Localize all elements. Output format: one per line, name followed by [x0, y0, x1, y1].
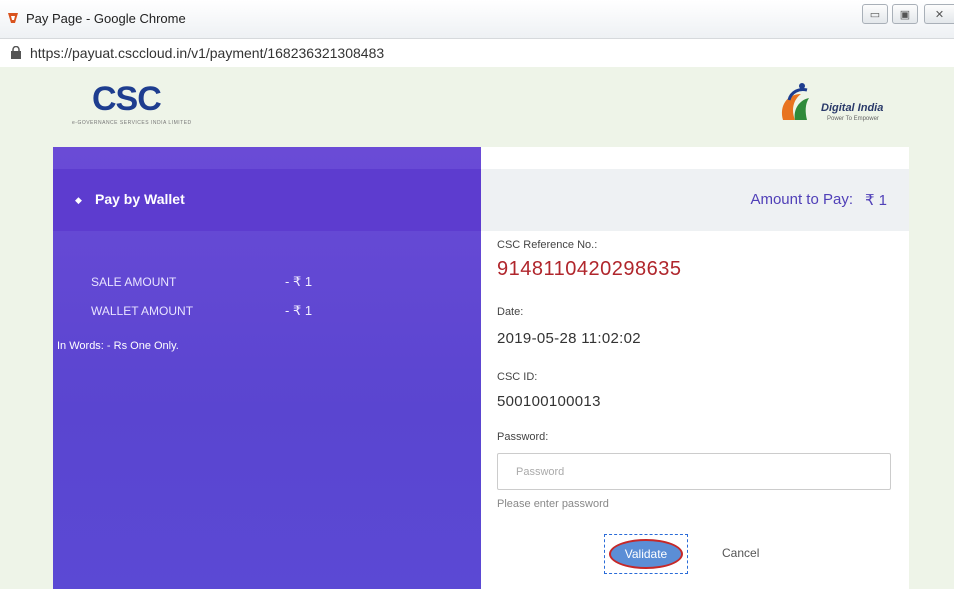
csc-id-label: CSC ID: [497, 371, 538, 383]
url-text[interactable]: https://payuat.csccloud.in/v1/payment/16… [30, 45, 384, 61]
csc-logo-text: CSC [92, 80, 162, 118]
maximize-icon: ▣ [899, 8, 911, 21]
digital-india-logo: Digital India Power To Empower [775, 80, 905, 126]
digital-india-name: Digital India [821, 102, 884, 114]
date-value: 2019-05-28 11:02:02 [497, 330, 641, 347]
wallet-panel: ◆ Pay by Wallet SALE AMOUNT - ₹ 1 WALLET… [53, 147, 481, 589]
amount-to-pay-label: Amount to Pay: [750, 191, 853, 208]
reference-no-label: CSC Reference No.: [497, 239, 598, 251]
cancel-button[interactable]: Cancel [722, 546, 759, 560]
window-title: Pay Page - Google Chrome [26, 11, 186, 26]
csc-logo-tagline: e-GOVERNANCE SERVICES INDIA LIMITED [72, 120, 192, 126]
password-hint: Please enter password [497, 498, 609, 510]
password-label: Password: [497, 431, 549, 443]
close-button[interactable]: ✕ [924, 4, 954, 24]
amount-to-pay-bar: Amount to Pay: ₹ 1 [481, 169, 909, 231]
minimize-button[interactable]: ▭ [862, 4, 888, 24]
maximize-button[interactable]: ▣ [892, 4, 918, 24]
digital-india-tagline: Power To Empower [827, 116, 879, 122]
digital-india-icon [781, 83, 809, 120]
lock-icon [11, 46, 21, 59]
wallet-amount-label: WALLET AMOUNT [91, 304, 194, 318]
address-bar[interactable]: https://payuat.csccloud.in/v1/payment/16… [0, 39, 954, 67]
close-icon: ✕ [934, 8, 945, 21]
csc-id-value: 500100100013 [497, 393, 601, 410]
csc-logo: CSC e-GOVERNANCE SERVICES INDIA LIMITED [72, 80, 202, 126]
amount-to-pay-value: ₹ 1 [864, 192, 887, 209]
wallet-amount-value: - ₹ 1 [285, 303, 313, 318]
title-bar: Pay Page - Google Chrome ▭ ▣ ✕ [0, 0, 954, 39]
pay-by-wallet-label: Pay by Wallet [95, 191, 185, 207]
app-icon [8, 13, 18, 23]
reference-no-value: 9148110420298635 [497, 258, 682, 280]
validate-selection-box: Validate [604, 534, 688, 574]
date-label: Date: [497, 306, 524, 318]
pay-by-wallet-tab[interactable]: ◆ Pay by Wallet [53, 169, 481, 231]
diamond-icon: ◆ [75, 195, 82, 205]
payment-page: CSC e-GOVERNANCE SERVICES INDIA LIMITED … [0, 68, 954, 589]
amount-in-words: In Words: - Rs One Only. [57, 340, 179, 352]
minimize-icon: ▭ [869, 8, 881, 21]
sale-amount-label: SALE AMOUNT [91, 275, 177, 289]
validate-button[interactable]: Validate [609, 539, 683, 569]
sale-amount-value: - ₹ 1 [285, 274, 313, 289]
payment-details-panel: Amount to Pay: ₹ 1 CSC Reference No.: 91… [481, 147, 909, 589]
password-input[interactable] [497, 453, 891, 490]
